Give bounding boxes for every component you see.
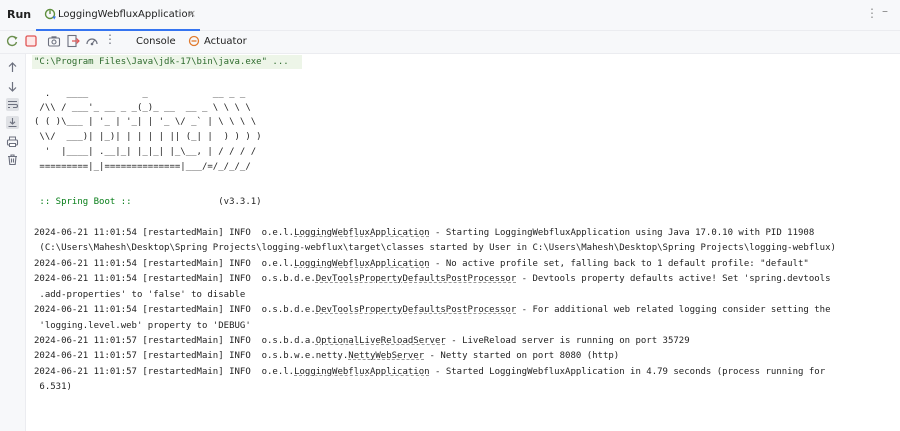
spring-boot-version-line: :: Spring Boot :: (v3.3.1)	[34, 197, 262, 208]
class-link[interactable]: DevToolsPropertyDefaultsPostProcessor	[316, 305, 516, 315]
more-options-icon[interactable]: ⋮	[866, 6, 878, 20]
rerun-icon[interactable]	[5, 34, 19, 48]
tab-run-configuration[interactable]: LoggingWebfluxApplication ×	[36, 0, 200, 31]
class-link[interactable]: LoggingWebfluxApplication	[294, 228, 429, 238]
log-line: 2024-06-21 11:01:57 [restartedMain] INFO…	[34, 367, 826, 377]
log-line: 2024-06-21 11:01:54 [restartedMain] INFO…	[34, 305, 831, 315]
spring-boot-label: :: Spring Boot ::	[34, 197, 137, 207]
banner-line: ' |____| .__|_| |_|_| |_\__, | / / / /	[34, 147, 257, 157]
scroll-to-end-icon[interactable]	[6, 116, 19, 129]
log-line: 2024-06-21 11:01:57 [restartedMain] INFO…	[34, 351, 620, 361]
banner-line: =========|_|==============|___/=/_/_/_/	[34, 162, 251, 172]
log-line: .add-properties' to 'false' to disable	[34, 290, 246, 300]
camera-icon[interactable]	[47, 34, 61, 48]
soft-wrap-icon[interactable]	[6, 98, 19, 111]
class-link[interactable]: NettyWebServer	[348, 351, 424, 361]
actuator-icon	[188, 35, 200, 47]
panel-title: Run	[7, 8, 32, 21]
spring-boot-version: (v3.3.1)	[136, 197, 262, 207]
run-toolbar: ⋮ Console Actuator	[0, 31, 900, 54]
tab-actuator[interactable]: Actuator	[204, 36, 247, 47]
print-icon[interactable]	[6, 135, 19, 148]
banner-line: ( ( )\___ | '_ | '_| | '_ \/ _` | \ \ \ …	[34, 117, 257, 127]
banner-line: . ____ _ __ _ _	[34, 89, 246, 99]
spring-boot-icon	[44, 8, 56, 20]
minimize-icon[interactable]: –	[882, 4, 888, 18]
console-output[interactable]: "C:\Program Files\Java\jdk-17\bin\java.e…	[26, 54, 900, 431]
class-link[interactable]: LoggingWebfluxApplication	[294, 367, 429, 377]
more-icon[interactable]: ⋮	[104, 32, 118, 46]
banner-line: \\/ ___)| |_)| | | | | || (_| | ) ) ) )	[34, 132, 262, 142]
class-link[interactable]: DevToolsPropertyDefaultsPostProcessor	[316, 274, 516, 284]
log-line: 2024-06-21 11:01:57 [restartedMain] INFO…	[34, 336, 690, 346]
command-line: "C:\Program Files\Java\jdk-17\bin\java.e…	[34, 57, 289, 67]
class-link[interactable]: OptionalLiveReloadServer	[316, 336, 446, 346]
tab-console[interactable]: Console	[136, 36, 176, 47]
trash-icon[interactable]	[6, 153, 19, 166]
log-line: 2024-06-21 11:01:54 [restartedMain] INFO…	[34, 274, 831, 284]
down-arrow-icon[interactable]	[6, 80, 19, 93]
run-tool-window-header: Run LoggingWebfluxApplication × ⋮ –	[0, 0, 900, 31]
log-line: (C:\Users\Mahesh\Desktop\Spring Projects…	[34, 243, 836, 253]
exit-icon[interactable]	[66, 34, 80, 48]
coverage-icon[interactable]	[85, 34, 99, 48]
class-link[interactable]: LoggingWebfluxApplication	[294, 259, 429, 269]
log-line: 2024-06-21 11:01:54 [restartedMain] INFO…	[34, 228, 815, 238]
log-line: 2024-06-21 11:01:54 [restartedMain] INFO…	[34, 259, 809, 269]
close-icon[interactable]: ×	[187, 7, 196, 20]
up-arrow-icon[interactable]	[6, 61, 19, 74]
tab-label: LoggingWebfluxApplication	[58, 9, 194, 20]
log-line: 6.531)	[34, 382, 72, 392]
stop-icon[interactable]	[24, 34, 38, 48]
banner-line: /\\ / ___'_ __ _ _(_)_ __ __ _ \ \ \ \	[34, 103, 251, 113]
console-side-toolbar	[0, 54, 26, 431]
log-line: 'logging.level.web' property to 'DEBUG'	[34, 321, 251, 331]
